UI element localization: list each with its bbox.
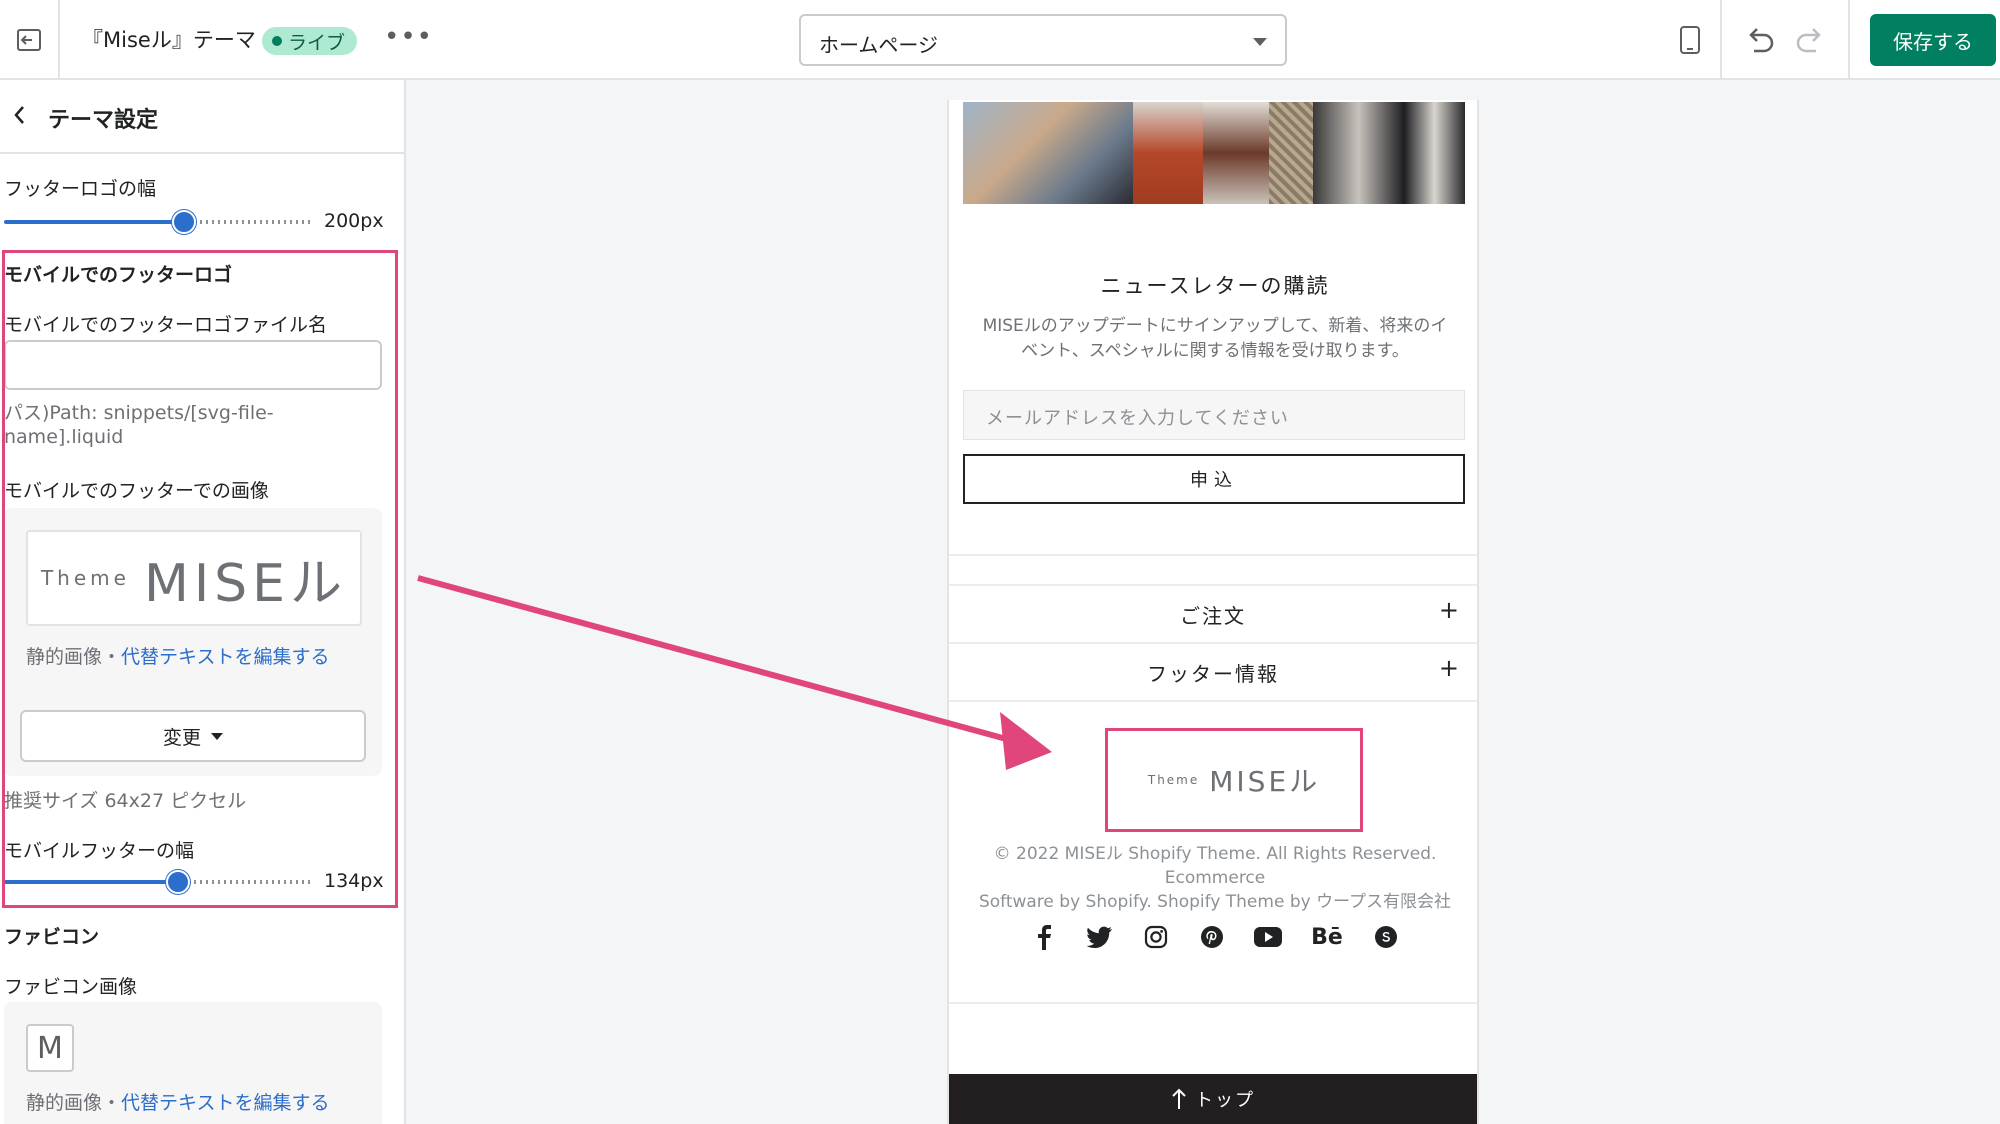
copyright-line1: © 2022 MISEル Shopify Theme. All Rights R… bbox=[993, 844, 1437, 888]
facebook-icon[interactable] bbox=[1029, 922, 1059, 952]
footer-logo-big-text: MISEル bbox=[1209, 765, 1321, 798]
redo-button[interactable] bbox=[1790, 20, 1830, 60]
toolbar-divider bbox=[1848, 0, 1850, 80]
copyright-text: © 2022 MISEル Shopify Theme. All Rights R… bbox=[963, 842, 1467, 914]
live-badge-label: ライブ bbox=[288, 31, 346, 54]
exit-icon bbox=[17, 29, 41, 51]
email-placeholder: メールアドレスを入力してください bbox=[986, 408, 1289, 429]
hero-photo-2 bbox=[1133, 102, 1203, 204]
youtube-icon[interactable] bbox=[1253, 922, 1283, 952]
redo-icon bbox=[1796, 28, 1821, 53]
slider-track-fill bbox=[4, 220, 184, 224]
newsletter-description-line1: MISEルのアップデートにサインアップして、新着、将来のイ bbox=[982, 316, 1448, 336]
mobile-preview-frame: ニュースレターの購読 MISEルのアップデートにサインアップして、新着、将来のイ… bbox=[947, 100, 1479, 1124]
back-button[interactable] bbox=[10, 102, 30, 132]
divider bbox=[949, 1002, 1477, 1004]
save-button[interactable]: 保存する bbox=[1870, 14, 1996, 66]
chevron-down-icon bbox=[1253, 38, 1267, 46]
copyright-line2: Software by Shopify. Shopify Theme by ウー… bbox=[978, 892, 1452, 912]
arrow-up-icon bbox=[1172, 1088, 1186, 1109]
page-selector-value: ホームページ bbox=[819, 33, 938, 57]
slider-track-rest bbox=[193, 220, 314, 224]
accordion-label: フッター情報 bbox=[1147, 662, 1279, 686]
accordion-label: ご注文 bbox=[1180, 604, 1246, 628]
chevron-left-icon bbox=[14, 106, 24, 124]
skype-icon[interactable] bbox=[1371, 922, 1401, 952]
twitter-icon[interactable] bbox=[1085, 922, 1115, 952]
pinterest-icon[interactable] bbox=[1197, 922, 1227, 952]
theme-settings-sidebar: テーマ設定 フッターロゴの幅 200px モバイルでのフッターロゴ モバイルでの… bbox=[0, 80, 406, 1124]
instagram-icon[interactable] bbox=[1141, 922, 1171, 952]
hero-photo-3 bbox=[1203, 102, 1269, 204]
undo-icon bbox=[1749, 28, 1774, 53]
live-status-badge: ライブ bbox=[262, 27, 358, 55]
favicon-thumbnail[interactable]: M bbox=[26, 1024, 74, 1072]
edit-alt-text-link[interactable]: 代替テキストを編集する bbox=[121, 1092, 329, 1114]
newsletter-submit-button[interactable]: 申込 bbox=[963, 454, 1465, 504]
hero-photo-1 bbox=[963, 102, 1133, 204]
accordion-footer-info[interactable]: フッター情報 + bbox=[949, 642, 1477, 700]
toolbar-divider bbox=[1720, 0, 1722, 80]
sidebar-header: テーマ設定 bbox=[0, 80, 404, 154]
divider bbox=[949, 700, 1477, 702]
static-image-label: 静的画像 bbox=[26, 1092, 103, 1114]
favicon-image-picker: M 静的画像・代替テキストを編集する bbox=[4, 1002, 382, 1124]
hero-photo-5 bbox=[1313, 102, 1465, 204]
caption-separator: ・ bbox=[102, 1092, 122, 1114]
slider-thumb[interactable] bbox=[171, 210, 196, 234]
favicon-image-label: ファビコン画像 bbox=[4, 976, 138, 998]
mobile-device-icon bbox=[1680, 26, 1700, 54]
footer-logo-small-text: Theme bbox=[1147, 773, 1200, 787]
top-bar: 『Miseル』テーマ ライブ ••• ホームページ 保存する bbox=[0, 0, 2000, 80]
plus-icon: + bbox=[1438, 654, 1459, 682]
more-actions-button[interactable]: ••• bbox=[384, 24, 433, 50]
social-icons: Bē bbox=[949, 922, 1481, 952]
divider bbox=[949, 554, 1477, 556]
footer-logo-width-label: フッターロゴの幅 bbox=[4, 178, 157, 200]
accordion-orders[interactable]: ご注文 + bbox=[949, 584, 1477, 642]
newsletter-description-line2: ベント、スペシャルに関する情報を受け取ります。 bbox=[1021, 341, 1409, 361]
undo-button[interactable] bbox=[1740, 20, 1780, 60]
back-to-top-button[interactable]: トップ bbox=[949, 1074, 1477, 1124]
hero-image-strip bbox=[963, 102, 1465, 204]
newsletter-email-input[interactable]: メールアドレスを入力してください bbox=[963, 390, 1465, 440]
highlight-box-settings bbox=[2, 250, 398, 908]
live-dot-icon bbox=[272, 36, 282, 46]
favicon-image-caption: 静的画像・代替テキストを編集する bbox=[26, 1088, 329, 1115]
hero-photo-4 bbox=[1269, 102, 1313, 204]
footer-logo: Theme MISEル bbox=[1105, 728, 1363, 832]
back-to-top-label: トップ bbox=[1195, 1090, 1255, 1111]
exit-button[interactable] bbox=[0, 0, 60, 80]
behance-icon[interactable]: Bē bbox=[1309, 922, 1345, 952]
newsletter-description: MISEルのアップデートにサインアップして、新着、将来のイ ベント、スペシャルに… bbox=[963, 314, 1467, 364]
theme-name: 『Miseル』テーマ bbox=[82, 28, 256, 52]
newsletter-title: ニュースレターの購読 bbox=[1100, 274, 1330, 298]
plus-icon: + bbox=[1438, 596, 1459, 624]
sidebar-title: テーマ設定 bbox=[48, 108, 159, 133]
favicon-heading: ファビコン bbox=[4, 926, 100, 948]
footer-logo-width-value: 200px bbox=[324, 210, 384, 232]
mobile-preview-button[interactable] bbox=[1660, 0, 1720, 80]
page-selector[interactable]: ホームページ bbox=[799, 14, 1287, 66]
